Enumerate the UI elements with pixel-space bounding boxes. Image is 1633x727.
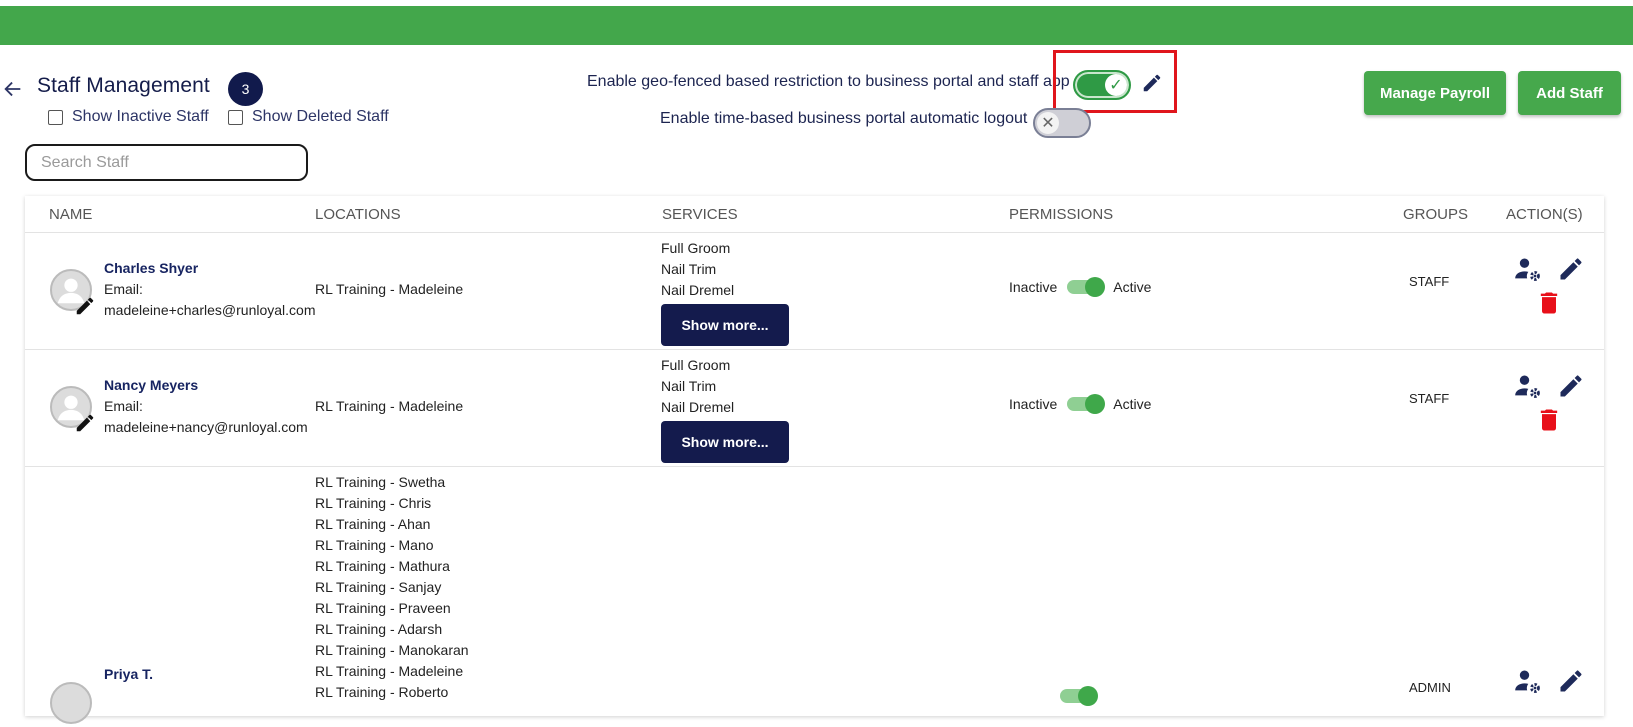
active-label: Active xyxy=(1113,396,1152,412)
group-value: STAFF xyxy=(1409,274,1450,289)
group-value: ADMIN xyxy=(1409,680,1451,695)
email-label: Email: xyxy=(104,398,143,414)
service-item: Full Groom xyxy=(661,357,731,373)
page-title: Staff Management xyxy=(37,74,210,97)
auto-logout-toggle[interactable]: ✕ xyxy=(1033,108,1091,138)
inactive-label: Inactive xyxy=(1009,279,1058,295)
manage-payroll-button[interactable]: Manage Payroll xyxy=(1364,71,1506,115)
email-value: madeleine+nancy@runloyal.com xyxy=(104,419,308,435)
location-item: RL Training - Sanjay xyxy=(315,579,442,595)
staff-table: NAME LOCATIONS SERVICES PERMISSIONS GROU… xyxy=(25,196,1604,724)
email-label: Email: xyxy=(104,281,143,297)
active-toggle[interactable] xyxy=(1060,686,1098,706)
permission-switch[interactable]: Inactive Active xyxy=(1009,394,1152,414)
edit-staff-icon[interactable] xyxy=(1557,372,1585,400)
column-header-permissions[interactable]: PERMISSIONS xyxy=(1009,206,1113,223)
location-item: RL Training - Madeleine xyxy=(315,398,464,414)
show-more-button[interactable]: Show more... xyxy=(661,421,789,463)
location-item: RL Training - Roberto xyxy=(315,684,449,700)
location-item: RL Training - Madeleine xyxy=(315,663,464,679)
group-value: STAFF xyxy=(1409,391,1450,406)
show-deleted-checkbox[interactable] xyxy=(228,109,243,125)
permission-switch[interactable]: Inactive Active xyxy=(1009,277,1152,297)
show-inactive-checkbox[interactable] xyxy=(48,109,63,125)
top-bar xyxy=(0,6,1633,45)
service-item: Nail Trim xyxy=(661,261,717,277)
delete-staff-icon[interactable] xyxy=(1535,406,1563,434)
column-header-services[interactable]: SERVICES xyxy=(662,206,738,223)
edit-staff-icon[interactable] xyxy=(1557,255,1585,283)
location-item: RL Training - Mano xyxy=(315,537,434,553)
search-input[interactable] xyxy=(25,144,308,181)
location-item: RL Training - Chris xyxy=(315,495,432,511)
show-deleted-label: Show Deleted Staff xyxy=(252,108,389,125)
highlight-frame xyxy=(1053,50,1177,113)
location-item: RL Training - Ahan xyxy=(315,516,431,532)
edit-staff-icon[interactable] xyxy=(1557,667,1585,695)
staff-name[interactable]: Charles Shyer xyxy=(104,260,198,276)
location-item: RL Training - Adarsh xyxy=(315,621,443,637)
active-label: Active xyxy=(1113,279,1152,295)
inactive-label: Inactive xyxy=(1009,396,1058,412)
show-more-button[interactable]: Show more... xyxy=(661,304,789,346)
location-item: RL Training - Mathura xyxy=(315,558,450,574)
geofence-label: Enable geo-fenced based restriction to b… xyxy=(587,73,1070,90)
auto-logout-label: Enable time-based business portal automa… xyxy=(660,110,1028,127)
manage-user-settings-icon[interactable] xyxy=(1514,667,1542,695)
table-row: Nancy Meyers Email: madeleine+nancy@runl… xyxy=(25,349,1604,467)
show-inactive-toggle[interactable]: Show Inactive Staff xyxy=(48,108,209,126)
location-item: RL Training - Swetha xyxy=(315,474,446,490)
staff-name[interactable]: Nancy Meyers xyxy=(104,377,198,393)
column-header-name[interactable]: NAME xyxy=(49,206,92,223)
table-row: Charles Shyer Email: madeleine+charles@r… xyxy=(25,232,1604,350)
service-item: Full Groom xyxy=(661,240,731,256)
active-toggle[interactable] xyxy=(1067,277,1106,297)
service-item: Nail Trim xyxy=(661,378,717,394)
avatar[interactable] xyxy=(50,682,92,724)
delete-staff-icon[interactable] xyxy=(1535,289,1563,317)
edit-avatar-icon[interactable] xyxy=(74,295,96,317)
show-inactive-label: Show Inactive Staff xyxy=(72,108,209,125)
table-row: RL Training - Swetha RL Training - Chris… xyxy=(25,466,1604,727)
column-header-locations[interactable]: LOCATIONS xyxy=(315,206,401,223)
service-item: Nail Dremel xyxy=(661,282,735,298)
column-header-groups: GROUPS xyxy=(1403,206,1469,223)
avatar[interactable] xyxy=(50,386,94,432)
location-item: RL Training - Manokaran xyxy=(315,642,469,658)
manage-user-settings-icon[interactable] xyxy=(1514,372,1542,400)
location-item: RL Training - Praveen xyxy=(315,600,451,616)
add-staff-button[interactable]: Add Staff xyxy=(1518,71,1621,115)
location-item: RL Training - Madeleine xyxy=(315,281,464,297)
show-deleted-toggle[interactable]: Show Deleted Staff xyxy=(228,108,389,126)
edit-avatar-icon[interactable] xyxy=(74,412,96,434)
avatar[interactable] xyxy=(50,269,94,315)
service-item: Nail Dremel xyxy=(661,399,735,415)
staff-count-badge: 3 xyxy=(228,72,263,106)
email-value: madeleine+charles@runloyal.com xyxy=(104,302,316,318)
active-toggle[interactable] xyxy=(1067,394,1106,414)
staff-name[interactable]: Priya T. xyxy=(104,666,153,682)
back-arrow-icon[interactable] xyxy=(2,78,24,100)
manage-user-settings-icon[interactable] xyxy=(1514,255,1542,283)
column-header-actions: ACTION(S) xyxy=(1506,206,1583,223)
x-icon: ✕ xyxy=(1037,112,1059,134)
